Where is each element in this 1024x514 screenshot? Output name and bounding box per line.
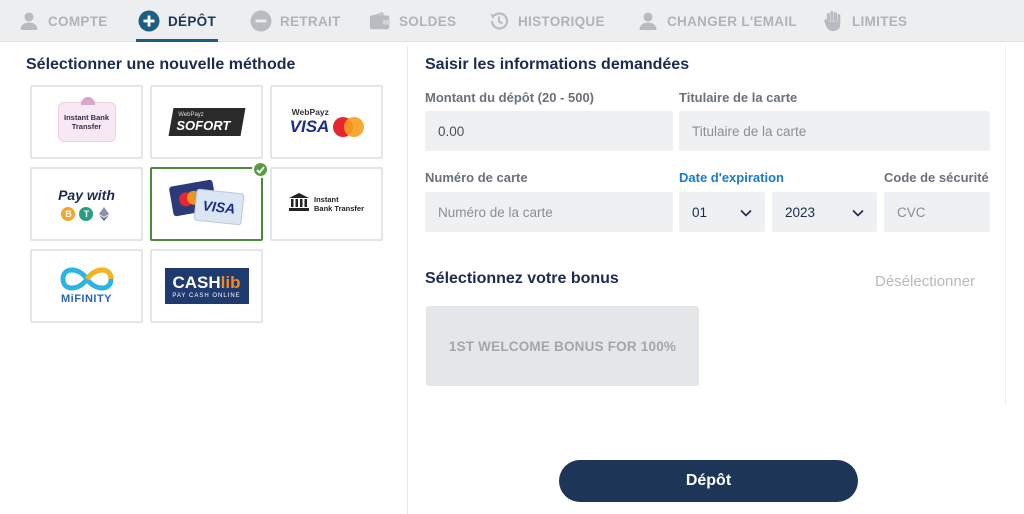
tab-retrait[interactable]: RETRAIT <box>250 0 341 42</box>
tab-label: COMPTE <box>48 13 108 29</box>
user-icon <box>637 10 659 32</box>
deselect-bonus-link[interactable]: Désélectionner <box>875 273 975 290</box>
method-section-title: Sélectionner une nouvelle méthode <box>26 56 296 73</box>
wallet-icon <box>369 10 391 32</box>
method-line: Instant <box>313 195 339 204</box>
hand-icon <box>822 10 844 32</box>
instant-bank-transfer-logo: Instant Bank Transfer <box>288 192 365 216</box>
user-icon <box>18 10 40 32</box>
tab-label: CHANGER L'EMAIL <box>667 13 797 29</box>
card-holder-field[interactable] <box>679 111 990 151</box>
sofort-logo: WebPayz SOFORT <box>168 108 245 136</box>
pay-with-crypto-logo: Pay with B T <box>58 187 115 221</box>
tether-icon: T <box>79 207 94 221</box>
tab-soldes[interactable]: SOLDES <box>369 0 456 42</box>
sofort-brand: SOFORT <box>175 117 230 133</box>
method-webpayz-visa[interactable]: WebPayz VISA <box>270 85 383 159</box>
panel-divider <box>407 46 408 514</box>
cvc-input[interactable] <box>897 204 977 220</box>
tab-depot[interactable]: DÉPÔT <box>135 0 219 42</box>
card-number-input[interactable] <box>438 204 660 220</box>
tab-label: DÉPÔT <box>168 13 217 29</box>
amount-field[interactable] <box>425 111 673 151</box>
plus-circle-icon <box>138 10 160 32</box>
webpayz-brand: WebPayz <box>291 107 329 117</box>
mifinity-logo: MiFINITY <box>59 267 115 305</box>
tab-label: HISTORIQUE <box>518 13 605 29</box>
cvc-field[interactable] <box>884 192 990 232</box>
tab-changer-email[interactable]: CHANGER L'EMAIL <box>637 0 797 42</box>
history-icon <box>488 10 510 32</box>
tab-historique[interactable]: HISTORIQUE <box>488 0 605 42</box>
pay-with-label: Pay with <box>58 187 115 203</box>
mastercard-icon <box>333 117 365 137</box>
method-cashlib[interactable]: CASH lib PAY CASH ONLINE <box>150 249 263 323</box>
tab-label: LIMITES <box>852 13 908 29</box>
mifinity-brand: MiFINITY <box>60 293 113 305</box>
card-holder-input[interactable] <box>692 123 977 139</box>
method-line: Transfer <box>71 122 102 131</box>
method-pay-with-crypto[interactable]: Pay with B T <box>30 167 143 241</box>
expiry-year-value: 2023 <box>785 204 816 220</box>
tab-limites[interactable]: LIMITES <box>822 0 907 42</box>
cashlib-brand: CASH <box>172 273 221 292</box>
minus-circle-icon <box>250 10 272 32</box>
method-line: Instant Bank <box>63 113 109 122</box>
sofort-brand-small: WebPayz <box>177 111 204 118</box>
webpayz-visa-logo: WebPayz VISA <box>289 107 365 137</box>
expiry-month-select[interactable]: 01 <box>679 192 765 232</box>
method-sofort[interactable]: WebPayz SOFORT <box>150 85 263 159</box>
visa-brand: VISA <box>289 117 330 136</box>
card-number-field[interactable] <box>425 192 673 232</box>
checkmark-icon <box>252 161 269 178</box>
method-line: Bank Transfer <box>313 204 365 213</box>
cashlib-tagline: PAY CASH ONLINE <box>172 293 241 299</box>
chevron-down-icon <box>852 205 864 220</box>
tab-bar: COMPTE DÉPÔT RETRAIT SOLDES HISTORIQUE C… <box>0 0 1024 42</box>
bank-icon <box>288 192 309 216</box>
deposit-submit-button[interactable]: Dépôt <box>559 460 858 502</box>
cvc-label: Code de sécurité <box>884 170 989 185</box>
bonus-section-title: Sélectionnez votre bonus <box>425 270 619 287</box>
amount-label: Montant du dépôt (20 - 500) <box>425 90 594 105</box>
mifinity-infinity-icon <box>59 267 114 291</box>
chevron-down-icon <box>740 205 752 220</box>
cashlib-brand-suffix: lib <box>220 273 241 292</box>
visa-brand: VISA <box>201 197 236 217</box>
method-mifinity[interactable]: MiFINITY <box>30 249 143 323</box>
method-instant-bank-transfer-pink[interactable]: Instant Bank Transfer <box>30 85 143 159</box>
card-number-label: Numéro de carte <box>425 170 528 185</box>
ethereum-icon <box>97 207 111 221</box>
expiry-year-select[interactable]: 2023 <box>772 192 877 232</box>
amount-input[interactable] <box>438 123 660 139</box>
method-instant-bank-transfer[interactable]: Instant Bank Transfer <box>270 167 383 241</box>
bitcoin-icon: B <box>61 207 76 221</box>
form-section-title: Saisir les informations demandées <box>425 56 690 73</box>
tab-compte[interactable]: COMPTE <box>18 0 108 42</box>
card-holder-label: Titulaire de la carte <box>679 90 798 105</box>
visa-card: VISA <box>192 188 245 226</box>
expiry-label: Date d'expiration <box>679 170 784 185</box>
panel-edge <box>1005 46 1006 406</box>
tab-label: SOLDES <box>399 13 457 29</box>
bonus-option[interactable]: 1ST WELCOME BONUS FOR 100% <box>426 306 699 386</box>
expiry-month-value: 01 <box>692 204 708 220</box>
tab-label: RETRAIT <box>280 13 341 29</box>
cashlib-logo: CASH lib PAY CASH ONLINE <box>164 268 249 304</box>
visa-mastercard-cards-logo: VISA <box>168 179 245 227</box>
instant-bank-transfer-logo: Instant Bank Transfer <box>57 97 116 142</box>
method-visa-mastercard[interactable]: VISA <box>150 161 269 241</box>
